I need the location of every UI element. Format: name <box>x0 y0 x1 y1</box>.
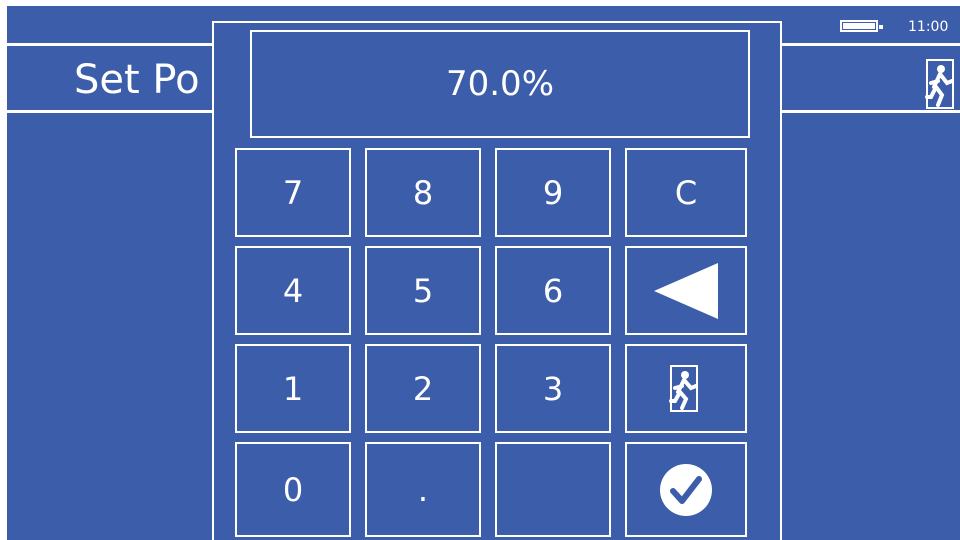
exit-button[interactable] <box>625 344 747 433</box>
checkmark-circle-icon <box>660 463 712 516</box>
screen: 11:00 Set Po 70.0% 7 8 9 C 4 5 6 1 2 3 0… <box>7 6 960 540</box>
backspace-button[interactable] <box>625 246 747 335</box>
confirm-button[interactable] <box>625 442 747 537</box>
key-2[interactable]: 2 <box>365 344 481 433</box>
keypad-dialog: 70.0% 7 8 9 C 4 5 6 1 2 3 0 . <box>212 21 782 540</box>
key-5[interactable]: 5 <box>365 246 481 335</box>
battery-icon <box>840 20 883 32</box>
key-clear[interactable]: C <box>625 148 747 237</box>
blank-key[interactable] <box>495 442 611 537</box>
key-6[interactable]: 6 <box>495 246 611 335</box>
page-title: Set Po <box>74 57 200 103</box>
value-display: 70.0% <box>250 30 750 138</box>
key-8[interactable]: 8 <box>365 148 481 237</box>
backspace-triangle-icon <box>654 262 718 319</box>
key-4[interactable]: 4 <box>235 246 351 335</box>
exit-running-man-icon <box>669 364 698 412</box>
clock: 11:00 <box>908 19 949 35</box>
key-3[interactable]: 3 <box>495 344 611 433</box>
key-9[interactable]: 9 <box>495 148 611 237</box>
key-7[interactable]: 7 <box>235 148 351 237</box>
key-1[interactable]: 1 <box>235 344 351 433</box>
exit-icon[interactable] <box>925 57 960 113</box>
key-decimal[interactable]: . <box>365 442 481 537</box>
key-0[interactable]: 0 <box>235 442 351 537</box>
